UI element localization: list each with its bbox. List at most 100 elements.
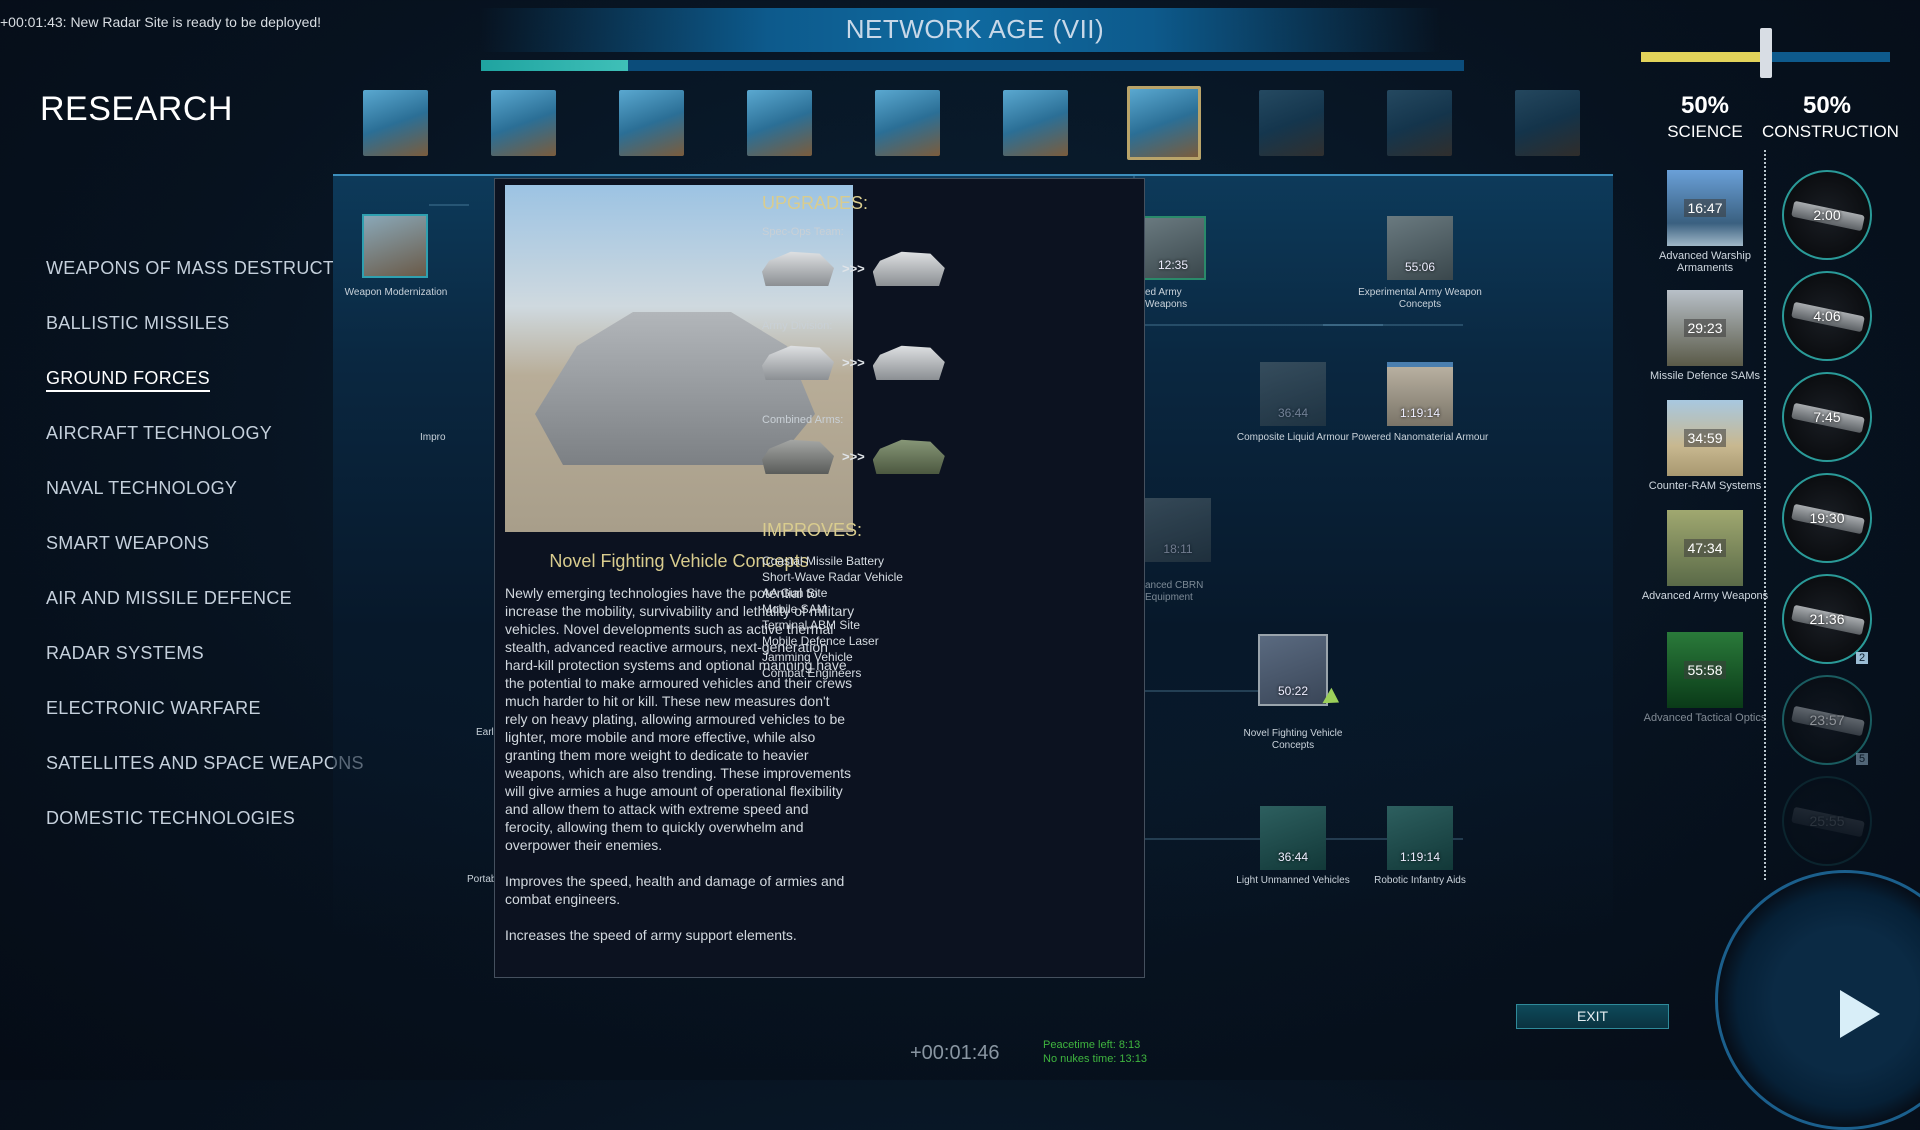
construction-label: CONSTRUCTION bbox=[1762, 122, 1899, 141]
peace-timers: Peacetime left: 8:13 No nukes time: 13:13 bbox=[1043, 1038, 1147, 1066]
construction-queue-item[interactable]: 21:36 bbox=[1782, 574, 1872, 664]
improves-item: Mobile Defence Laser bbox=[762, 634, 879, 648]
research-queue-item[interactable]: 55:58 bbox=[1667, 632, 1743, 708]
era-icon-10[interactable] bbox=[1515, 90, 1580, 156]
menu-item-ballistic-missiles[interactable]: BALLISTIC MISSILES bbox=[46, 313, 367, 368]
research-queue-label: Advanced Warship Armaments bbox=[1659, 250, 1751, 274]
menu-item-label: SATELLITES AND SPACE WEAPONS bbox=[46, 753, 364, 773]
menu-item-ground-forces[interactable]: GROUND FORCES bbox=[46, 368, 367, 423]
construction-timer: 7:45 bbox=[1813, 409, 1841, 425]
tech-node-weapon-modernization[interactable] bbox=[362, 214, 428, 278]
research-queue-item[interactable]: 16:47 bbox=[1667, 170, 1743, 246]
age-progress-fill bbox=[481, 60, 629, 71]
research-timer: 29:23 bbox=[1684, 319, 1726, 337]
research-queue-item[interactable]: 34:59 bbox=[1667, 400, 1743, 476]
arrow-icon: >>> bbox=[842, 448, 865, 464]
improves-list: Coastal Missile Battery Short-Wave Radar … bbox=[762, 553, 1132, 681]
construction-timer: 4:06 bbox=[1813, 308, 1841, 324]
game-clock: +00:01:46 bbox=[910, 1042, 1000, 1064]
tech-detail-popup: Novel Fighting Vehicle Concepts Newly em… bbox=[494, 178, 1145, 978]
exit-button[interactable]: EXIT bbox=[1516, 1004, 1669, 1029]
era-icon-2[interactable] bbox=[491, 90, 556, 156]
tank-icon bbox=[872, 345, 945, 380]
era-icon-5[interactable] bbox=[875, 90, 940, 156]
construction-timer: 25:55 bbox=[1809, 813, 1845, 829]
tech-timer: 36:44 bbox=[1277, 406, 1309, 420]
era-icon-8[interactable] bbox=[1259, 90, 1324, 156]
tech-node-powered-nanomaterial-armour[interactable]: 1:19:14 bbox=[1387, 362, 1453, 426]
construction-queue-item[interactable]: 4:06 bbox=[1782, 271, 1872, 361]
era-icon-7[interactable] bbox=[1127, 86, 1201, 160]
construction-queue-item[interactable]: 19:30 bbox=[1782, 473, 1872, 563]
improves-item: Terminal ABM Site bbox=[762, 618, 861, 632]
menu-item-air-and-missile-defence[interactable]: AIR AND MISSILE DEFENCE bbox=[46, 588, 367, 643]
construction-timer: 23:57 bbox=[1809, 712, 1845, 728]
era-icon-1[interactable] bbox=[363, 90, 428, 156]
play-icon[interactable] bbox=[1840, 990, 1880, 1038]
tech-label: Powered Nanomaterial Armour bbox=[1351, 432, 1489, 443]
game-speed-dial[interactable] bbox=[1715, 870, 1920, 1130]
research-queue-label: Advanced Tactical Optics bbox=[1643, 712, 1767, 724]
menu-item-aircraft-technology[interactable]: AIRCRAFT TECHNOLOGY bbox=[46, 423, 367, 478]
menu-item-naval-technology[interactable]: NAVAL TECHNOLOGY bbox=[46, 478, 367, 533]
menu-item-label: ELECTRONIC WARFARE bbox=[46, 698, 261, 718]
construction-queue-item[interactable]: 25:55 bbox=[1782, 776, 1872, 866]
tech-timer: 1:19:14 bbox=[1399, 850, 1441, 864]
construction-timer: 2:00 bbox=[1813, 207, 1841, 223]
tech-node-advanced-cbrn-equipment[interactable]: 18:11 bbox=[1145, 498, 1211, 562]
menu-item-smart-weapons[interactable]: SMART WEAPONS bbox=[46, 533, 367, 588]
improves-item: Combat Engineers bbox=[762, 666, 862, 680]
research-queue-label: Counter-RAM Systems bbox=[1648, 480, 1762, 492]
description-paragraph: Increases the speed of army support elem… bbox=[505, 927, 797, 943]
upgrades-heading: UPGRADES: bbox=[762, 193, 869, 213]
upgrade-unit-label: Spec-Ops Team: bbox=[762, 226, 844, 238]
category-menu: WEAPONS OF MASS DESTRUCTION BALLISTIC MIS… bbox=[46, 258, 367, 863]
tech-node-composite-liquid-armour[interactable]: 36:44 bbox=[1260, 362, 1326, 426]
research-timer: 16:47 bbox=[1684, 199, 1726, 217]
tech-timer: 36:44 bbox=[1277, 850, 1309, 864]
tech-label: Composite Liquid Armour bbox=[1236, 432, 1350, 443]
humvee-icon bbox=[762, 251, 834, 286]
tech-node-robotic-infantry-aids[interactable]: 1:19:14 bbox=[1387, 806, 1453, 870]
upgrade-row: >>> bbox=[762, 338, 1132, 386]
ifv-icon bbox=[762, 439, 834, 474]
menu-item-radar-systems[interactable]: RADAR SYSTEMS bbox=[46, 643, 367, 698]
construction-queue-item[interactable]: 7:45 bbox=[1782, 372, 1872, 462]
improves-item: AA Gun Site bbox=[762, 586, 828, 600]
era-icon-3[interactable] bbox=[619, 90, 684, 156]
no-nukes-time: No nukes time: 13:13 bbox=[1043, 1053, 1147, 1065]
construction-queue-item[interactable]: 23:57 bbox=[1782, 675, 1872, 765]
tech-node-advanced-army-weapons[interactable]: 12:35 bbox=[1140, 216, 1206, 280]
construction-queue-item[interactable]: 2:00 bbox=[1782, 170, 1872, 260]
improves-item: Mobile SAM bbox=[762, 602, 827, 616]
research-timer: 55:58 bbox=[1684, 661, 1726, 679]
science-construction-slider[interactable] bbox=[1641, 28, 1890, 78]
menu-item-domestic-technologies[interactable]: DOMESTIC TECHNOLOGIES bbox=[46, 808, 367, 863]
tech-timer: 18:11 bbox=[1163, 542, 1193, 556]
improves-item: Short-Wave Radar Vehicle bbox=[762, 570, 903, 584]
age-title: NETWORK AGE (VII) bbox=[845, 14, 1105, 44]
tank-icon bbox=[762, 345, 834, 380]
upgrade-row: >>> bbox=[762, 244, 1132, 292]
tech-node-experimental-army-weapon-concepts[interactable]: 55:06 bbox=[1387, 216, 1453, 280]
description-paragraph: Improves the speed, health and damage of… bbox=[505, 873, 845, 907]
era-icon-4[interactable] bbox=[747, 90, 812, 156]
tech-timer: 55:06 bbox=[1404, 260, 1436, 274]
tech-node-novel-fighting-vehicle-concepts[interactable]: 50:22 bbox=[1258, 634, 1328, 706]
era-icon-9[interactable] bbox=[1387, 90, 1452, 156]
upgrade-row: >>> bbox=[762, 432, 1132, 480]
research-queue-item[interactable]: 29:23 bbox=[1667, 290, 1743, 366]
tech-timer: 12:35 bbox=[1157, 258, 1189, 272]
menu-item-label: RADAR SYSTEMS bbox=[46, 643, 204, 663]
menu-item-electronic-warfare[interactable]: ELECTRONIC WARFARE bbox=[46, 698, 367, 753]
ifv-icon bbox=[872, 439, 945, 474]
menu-item-satellites-and-space-weapons[interactable]: SATELLITES AND SPACE WEAPONS bbox=[46, 753, 367, 808]
tech-node-light-unmanned-vehicles[interactable]: 36:44 bbox=[1260, 806, 1326, 870]
arrow-icon: >>> bbox=[842, 354, 865, 370]
era-icon-6[interactable] bbox=[1003, 90, 1068, 156]
menu-item-label: AIRCRAFT TECHNOLOGY bbox=[46, 423, 273, 443]
menu-item-label: GROUND FORCES bbox=[46, 368, 210, 392]
menu-item-weapons-of-mass-destruction[interactable]: WEAPONS OF MASS DESTRUCTION bbox=[46, 258, 367, 313]
slider-handle[interactable] bbox=[1759, 28, 1772, 78]
research-queue-item[interactable]: 47:34 bbox=[1667, 510, 1743, 586]
